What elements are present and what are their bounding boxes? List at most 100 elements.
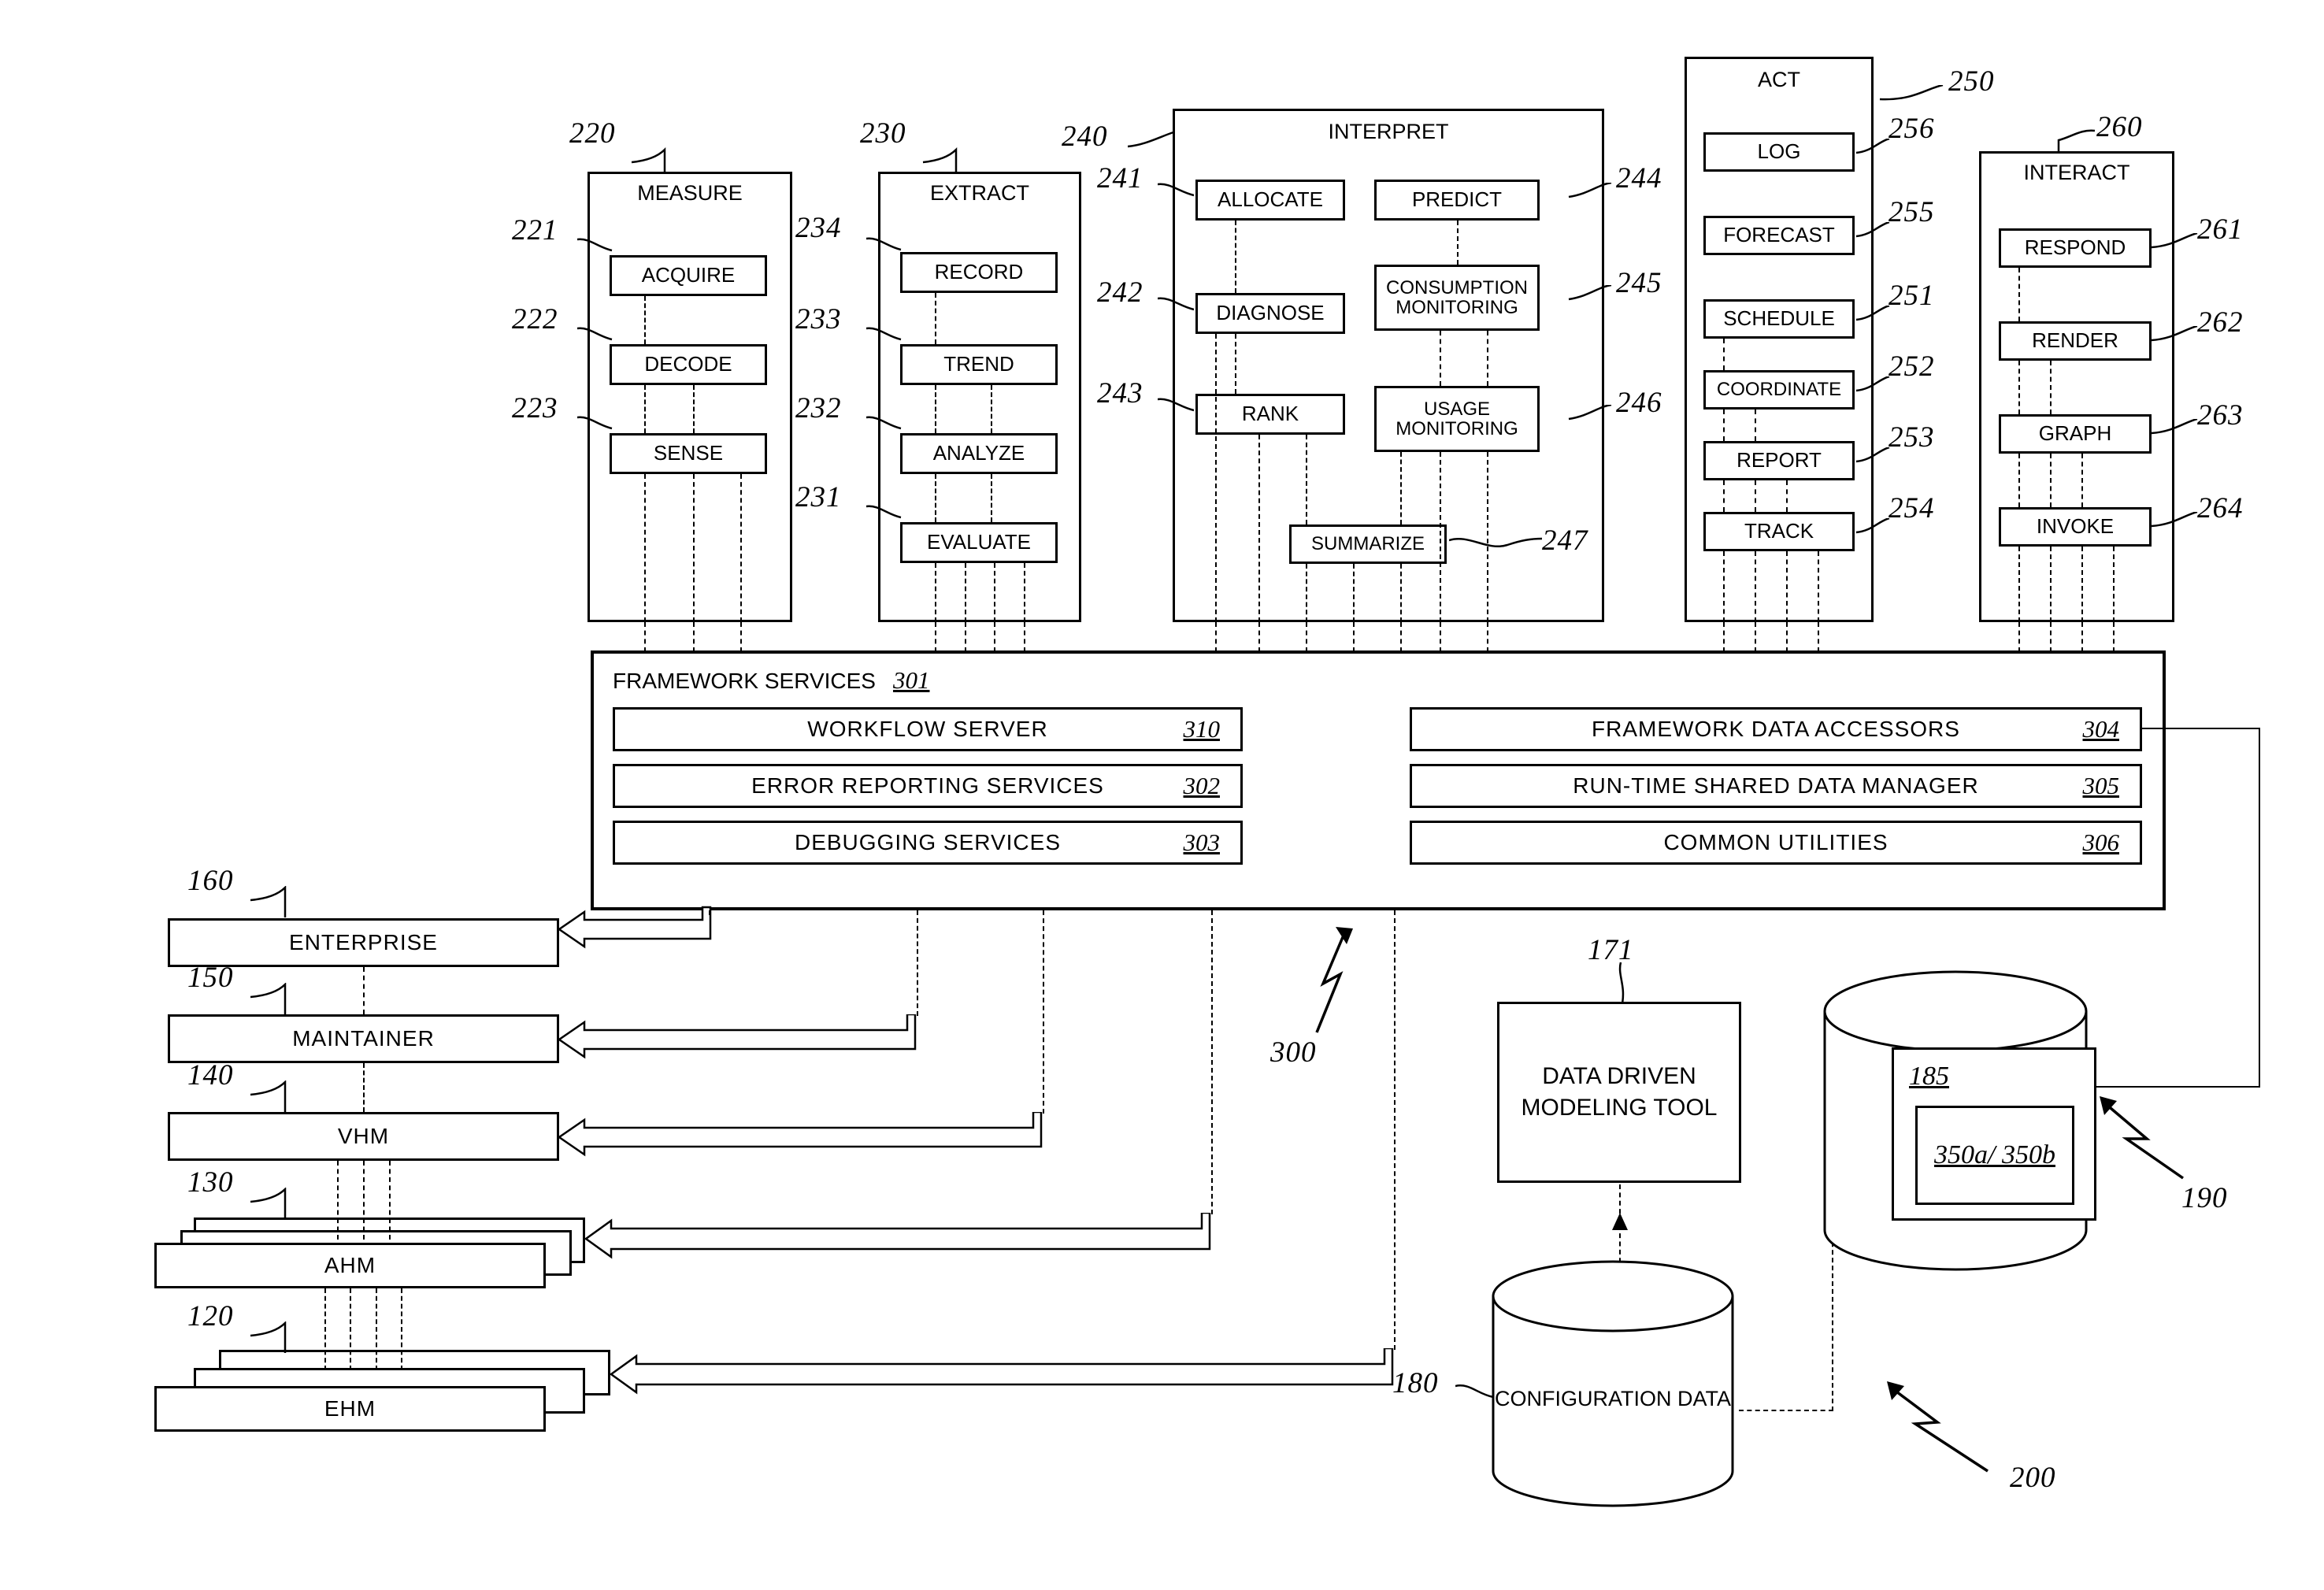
ref-150: 150: [187, 962, 234, 994]
module-interpret-title: INTERPRET: [1328, 120, 1449, 143]
block-acquire: ACQUIRE: [610, 255, 767, 296]
module-measure: [587, 172, 792, 622]
db-inner-inner-box: 350a/ 350b: [1915, 1106, 2074, 1205]
fs-row-error-reporting: ERROR REPORTING SERVICES 302: [613, 764, 1243, 808]
arrow-fs-to-vhm: [557, 1112, 1043, 1157]
ref-233: 233: [795, 303, 842, 335]
block-analyze: ANALYZE: [900, 433, 1058, 474]
arrow-fs-to-ahm: [584, 1213, 1211, 1259]
ref-244: 244: [1616, 162, 1662, 195]
block-record: RECORD: [900, 252, 1058, 293]
ref-130: 130: [187, 1166, 234, 1199]
stack-ahm: AHM: [154, 1243, 546, 1288]
fs-row-label: WORKFLOW SERVER: [807, 717, 1048, 741]
fs-row-label: COMMON UTILITIES: [1663, 830, 1888, 854]
block-consumption-monitoring: CONSUMPTION MONITORING: [1374, 265, 1540, 331]
ref-252: 252: [1888, 350, 1935, 383]
block-evaluate: EVALUATE: [900, 522, 1058, 563]
ref-256: 256: [1888, 113, 1935, 145]
fs-row-label: FRAMEWORK DATA ACCESSORS: [1592, 717, 1960, 741]
arrow-fs-to-maintainer: [557, 1014, 917, 1059]
ref-140: 140: [187, 1059, 234, 1092]
block-rank: RANK: [1195, 394, 1345, 435]
ref-230: 230: [860, 117, 906, 150]
fs-row-number: 303: [1183, 828, 1221, 856]
ref-240: 240: [1062, 120, 1108, 153]
stack-label: MAINTAINER: [292, 1026, 435, 1051]
ref-223: 223: [512, 392, 558, 424]
module-act-title: ACT: [1758, 68, 1800, 91]
arrow-fs-to-ehm: [609, 1348, 1394, 1395]
block-render: RENDER: [1999, 321, 2152, 361]
patent-figure: MEASURE ACQUIRE DECODE SENSE 220 221 222…: [0, 0, 2324, 1590]
configuration-data-label: CONFIGURATION DATA: [1495, 1387, 1731, 1410]
block-allocate: ALLOCATE: [1195, 180, 1345, 221]
ref-200-arrow: [1887, 1381, 1989, 1473]
ref-231: 231: [795, 481, 842, 513]
fs-row-number: 305: [2082, 772, 2120, 799]
block-report: REPORT: [1703, 441, 1855, 480]
ref-180: 180: [1392, 1367, 1439, 1399]
module-extract-title: EXTRACT: [929, 181, 1029, 205]
block-diagnose: DIAGNOSE: [1195, 293, 1345, 334]
ref-300-arrow: [1315, 927, 1353, 1033]
block-graph: GRAPH: [1999, 414, 2152, 454]
arrow-fs-to-enterprise: [557, 906, 712, 949]
fs-row-data-accessors: FRAMEWORK DATA ACCESSORS 304: [1410, 707, 2142, 751]
stack-label: VHM: [337, 1124, 390, 1148]
block-trend: TREND: [900, 344, 1058, 385]
stack-label: AHM: [324, 1253, 376, 1277]
ref-120: 120: [187, 1300, 234, 1332]
fs-row-number: 304: [2082, 715, 2120, 743]
ref-243: 243: [1097, 377, 1143, 410]
module-interact: [1979, 151, 2174, 622]
block-decode: DECODE: [610, 344, 767, 385]
ref-234: 234: [795, 212, 842, 244]
ref-247: 247: [1542, 524, 1588, 557]
db-inner-label: 350a/ 350b: [1934, 1140, 2055, 1169]
fs-row-label: DEBUGGING SERVICES: [794, 830, 1061, 854]
ref-264: 264: [2197, 492, 2244, 524]
ref-220: 220: [569, 117, 616, 150]
fs-row-shared-data-manager: RUN-TIME SHARED DATA MANAGER 305: [1410, 764, 2142, 808]
arrow-config-to-tool: [1612, 1213, 1628, 1230]
block-schedule: SCHEDULE: [1703, 299, 1855, 339]
fs-row-number: 310: [1183, 715, 1221, 743]
block-track: TRACK: [1703, 512, 1855, 551]
stack-vhm: VHM: [168, 1112, 559, 1161]
block-log: LOG: [1703, 132, 1855, 172]
module-interact-title: INTERACT: [2023, 161, 2130, 184]
ref-241: 241: [1097, 162, 1143, 195]
ref-260: 260: [2096, 111, 2143, 143]
fs-row-common-utilities: COMMON UTILITIES 306: [1410, 821, 2142, 865]
block-respond: RESPOND: [1999, 228, 2152, 268]
fs-row-label: ERROR REPORTING SERVICES: [751, 773, 1104, 798]
ref-261: 261: [2197, 213, 2244, 246]
stack-ehm: EHM: [154, 1386, 546, 1432]
ref-255: 255: [1888, 196, 1935, 228]
framework-services-ref: 301: [892, 666, 930, 694]
fs-row-label: RUN-TIME SHARED DATA MANAGER: [1573, 773, 1979, 798]
ref-250: 250: [1948, 65, 1995, 98]
ref-232: 232: [795, 392, 842, 424]
block-forecast: FORECAST: [1703, 216, 1855, 255]
ref-222: 222: [512, 303, 558, 335]
ref-190-arrow: [2100, 1096, 2184, 1180]
framework-services-title: FRAMEWORK SERVICES: [613, 669, 876, 693]
ref-160: 160: [187, 865, 234, 897]
ref-246: 246: [1616, 387, 1662, 419]
ref-242: 242: [1097, 276, 1143, 309]
block-predict: PREDICT: [1374, 180, 1540, 221]
block-usage-monitoring: USAGE MONITORING: [1374, 386, 1540, 452]
fs-row-workflow-server: WORKFLOW SERVER 310: [613, 707, 1243, 751]
module-measure-title: MEASURE: [637, 181, 743, 205]
block-summarize: SUMMARIZE: [1289, 524, 1447, 564]
stack-label: ENTERPRISE: [289, 930, 438, 954]
modeling-tool-label: DATA DRIVEN MODELING TOOL: [1521, 1062, 1718, 1121]
framework-services-title-row: FRAMEWORK SERVICES 301: [613, 666, 929, 695]
ref-245: 245: [1616, 267, 1662, 299]
ref-262: 262: [2197, 306, 2244, 339]
block-invoke: INVOKE: [1999, 507, 2152, 547]
ref-251: 251: [1888, 280, 1935, 312]
ref-263: 263: [2197, 399, 2244, 432]
